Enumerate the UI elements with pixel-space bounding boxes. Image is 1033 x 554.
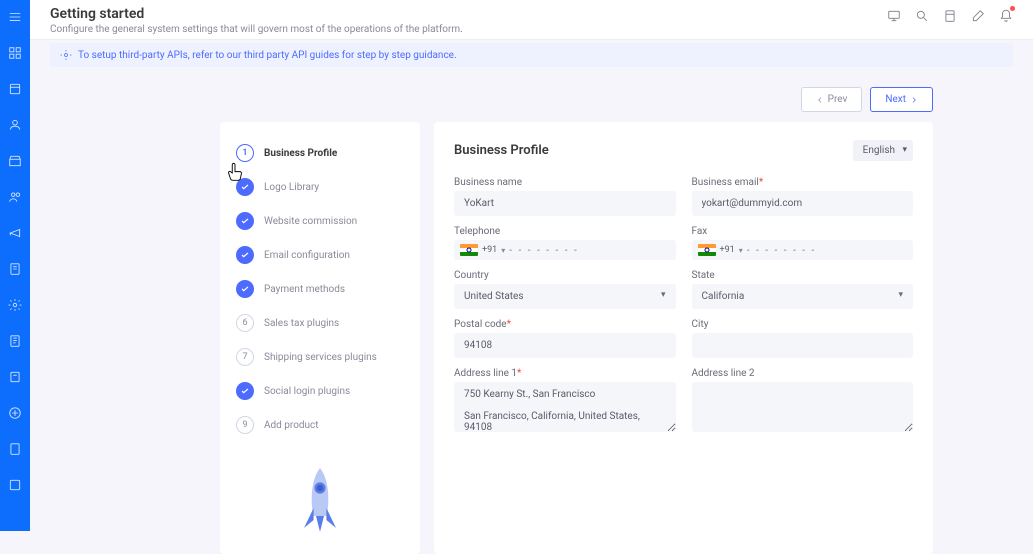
- step-label: Logo Library: [264, 182, 319, 193]
- business-name-input[interactable]: [454, 191, 676, 216]
- step-label: Email configuration: [264, 250, 350, 261]
- telephone-input[interactable]: +91 ▾: [454, 240, 676, 260]
- info-bar: To setup third-party APIs, refer to our …: [50, 43, 1013, 67]
- chevron-down-icon[interactable]: ▾: [739, 246, 743, 255]
- gear-icon: [60, 49, 72, 61]
- label-address1: Address line 1*: [454, 368, 676, 379]
- label-state: State: [692, 270, 914, 281]
- flag-icon-india: [698, 244, 716, 256]
- step-3[interactable]: Website commission: [236, 212, 404, 230]
- step-1[interactable]: 1 Business Profile: [236, 144, 404, 162]
- flag-icon-india: [460, 244, 478, 256]
- postal-code-input[interactable]: [454, 333, 676, 358]
- search-icon[interactable]: [915, 8, 929, 22]
- state-select[interactable]: California: [692, 284, 914, 309]
- sidebar-shop-icon[interactable]: [6, 152, 24, 170]
- main-area: Getting started Configure the general sy…: [30, 0, 1033, 531]
- step-4[interactable]: Email configuration: [236, 246, 404, 264]
- sidebar-reports-icon[interactable]: [6, 260, 24, 278]
- step-5[interactable]: Payment methods: [236, 280, 404, 298]
- sidebar-tax-icon[interactable]: [6, 440, 24, 458]
- sidebar-dashboard-icon[interactable]: [6, 44, 24, 62]
- fax-number-input[interactable]: [747, 245, 907, 256]
- label-business-name: Business name: [454, 177, 676, 188]
- sidebar-import-icon[interactable]: [6, 404, 24, 422]
- check-icon: [236, 212, 254, 230]
- step-6[interactable]: 6 Sales tax plugins: [236, 314, 404, 332]
- dial-code: +91: [720, 245, 735, 255]
- label-country: Country: [454, 270, 676, 281]
- label-postal-code: Postal code*: [454, 319, 676, 330]
- bell-icon[interactable]: [999, 8, 1013, 22]
- steps-card: 1 Business Profile Logo Library Website com…: [220, 122, 420, 554]
- menu-toggle[interactable]: [6, 8, 24, 26]
- dial-code: +91: [482, 245, 497, 255]
- sidebar-catalog-icon[interactable]: [6, 80, 24, 98]
- sidebar-blog-icon[interactable]: [6, 368, 24, 386]
- sidebar-promo-icon[interactable]: [6, 224, 24, 242]
- chevron-down-icon[interactable]: ▾: [501, 246, 505, 255]
- step-9[interactable]: 9 Add product: [236, 416, 404, 434]
- step-7[interactable]: 7 Shipping services plugins: [236, 348, 404, 366]
- sidebar-settings-icon[interactable]: [6, 296, 24, 314]
- next-label: Next: [885, 94, 906, 105]
- sidebar-requests-icon[interactable]: [6, 332, 24, 350]
- sidebar-seller-icon[interactable]: [6, 188, 24, 206]
- chevron-right-icon: [910, 96, 918, 104]
- address2-textarea[interactable]: [692, 382, 914, 432]
- step-number: 9: [236, 416, 254, 434]
- label-address2: Address line 2: [692, 368, 914, 379]
- business-email-input[interactable]: [692, 191, 914, 216]
- language-select[interactable]: English: [853, 140, 913, 161]
- step-8[interactable]: Social login plugins: [236, 382, 404, 400]
- page-header: Getting started Configure the general sy…: [30, 0, 1033, 40]
- chevron-left-icon: [816, 96, 824, 104]
- fax-input[interactable]: +91 ▾: [692, 240, 914, 260]
- step-label: Social login plugins: [264, 386, 350, 397]
- check-icon: [236, 178, 254, 196]
- step-label: Business Profile: [264, 148, 337, 159]
- page-title: Getting started: [50, 6, 887, 22]
- label-city: City: [692, 319, 914, 330]
- check-icon: [236, 280, 254, 298]
- check-icon: [236, 382, 254, 400]
- telephone-number-input[interactable]: [509, 245, 669, 256]
- step-2[interactable]: Logo Library: [236, 178, 404, 196]
- notification-dot: [1010, 6, 1015, 11]
- step-label: Sales tax plugins: [264, 318, 339, 329]
- prev-label: Prev: [828, 94, 848, 105]
- city-input[interactable]: [692, 333, 914, 358]
- country-select[interactable]: United States: [454, 284, 676, 309]
- form-card: Business Profile English Business name B…: [434, 122, 933, 554]
- step-label: Shipping services plugins: [264, 352, 377, 363]
- sidebar-users-icon[interactable]: [6, 116, 24, 134]
- label-business-email: Business email*: [692, 177, 914, 188]
- sidebar: [0, 0, 30, 531]
- calculator-icon[interactable]: [943, 8, 957, 22]
- next-button[interactable]: Next: [870, 87, 933, 112]
- step-label: Add product: [264, 420, 319, 431]
- desktop-icon[interactable]: [887, 8, 901, 22]
- nav-buttons: Prev Next: [30, 67, 1033, 122]
- address1-textarea[interactable]: 750 Kearny St., San Francisco San Franci…: [454, 382, 676, 432]
- page-subtitle: Configure the general system settings th…: [50, 24, 887, 35]
- step-label: Website commission: [264, 216, 357, 227]
- content-row: 1 Business Profile Logo Library Website com…: [30, 122, 1033, 554]
- check-icon: [236, 246, 254, 264]
- step-label: Payment methods: [264, 284, 345, 295]
- step-number: 7: [236, 348, 254, 366]
- eraser-icon[interactable]: [971, 8, 985, 22]
- label-telephone: Telephone: [454, 226, 676, 237]
- step-number: 6: [236, 314, 254, 332]
- rocket-illustration: [236, 464, 404, 544]
- info-text: To setup third-party APIs, refer to our …: [78, 50, 457, 61]
- form-title: Business Profile: [454, 143, 549, 158]
- prev-button[interactable]: Prev: [801, 87, 863, 112]
- step-number: 1: [236, 144, 254, 162]
- sidebar-misc-icon[interactable]: [6, 476, 24, 494]
- label-fax: Fax: [692, 226, 914, 237]
